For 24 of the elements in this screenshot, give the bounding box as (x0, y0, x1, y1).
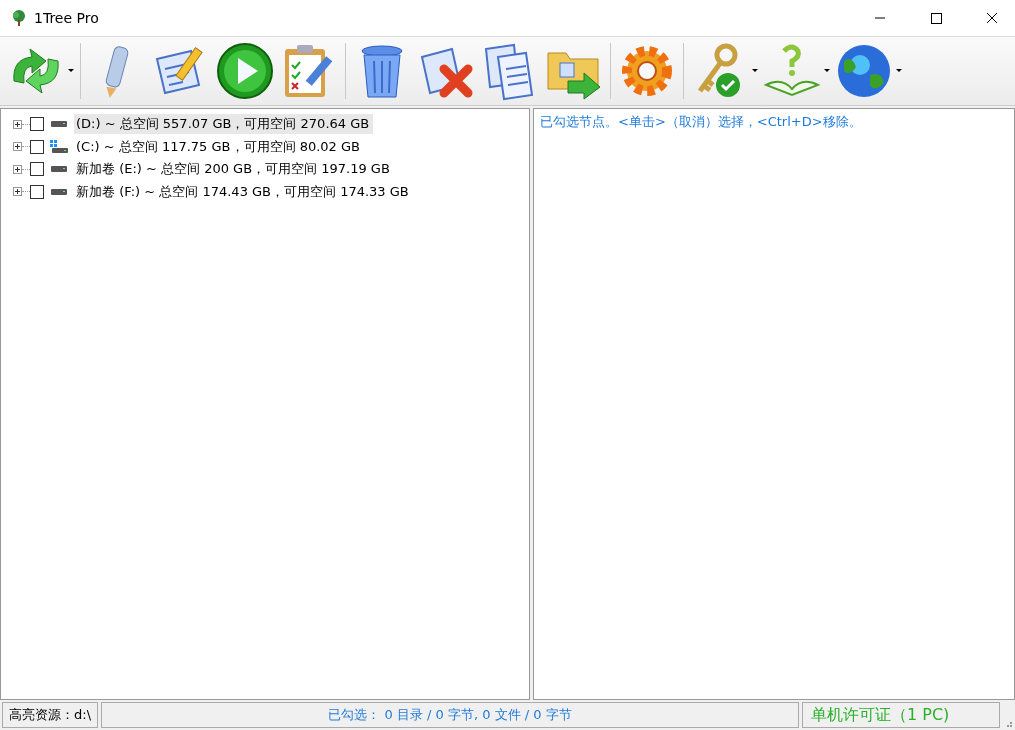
checkbox[interactable] (30, 139, 44, 154)
checkbox[interactable] (30, 117, 44, 132)
license-status: 单机许可证（1 PC) (802, 702, 1000, 728)
expand-icon[interactable] (13, 187, 22, 197)
system-drive-icon (50, 139, 68, 154)
caret-icon (824, 69, 830, 73)
checkbox[interactable] (30, 184, 44, 199)
checkbox[interactable] (30, 162, 44, 177)
expand-icon[interactable] (13, 142, 22, 152)
caret-icon (752, 69, 758, 73)
tree-icon (10, 9, 28, 27)
highlight-status: 高亮资源：d:\ (2, 702, 98, 728)
drive-item[interactable]: 新加卷 (E:) ~ 总空间 200 GB，可用空间 197.19 GB (74, 159, 394, 180)
expand-icon[interactable] (13, 119, 22, 129)
window-title: 1Tree Pro (34, 10, 99, 26)
hint-text: 已勾选节点。<单击>（取消）选择，<Ctrl+D>移除。 (540, 114, 862, 129)
expand-icon[interactable] (13, 164, 22, 174)
drive-item[interactable]: (D:) ~ 总空间 557.07 GB，可用空间 270.64 GB (74, 114, 374, 135)
selection-status: 已勾选： 0 目录 / 0 字节, 0 文件 / 0 字节 (101, 702, 799, 728)
drive-item[interactable]: 新加卷 (F:) ~ 总空间 174.43 GB，可用空间 174.33 GB (74, 181, 413, 202)
drive-item[interactable]: (C:) ~ 总空间 117.75 GB，可用空间 80.02 GB (74, 136, 364, 157)
play-icon (215, 41, 275, 101)
caret-icon (896, 69, 902, 73)
caret-icon (68, 69, 74, 73)
